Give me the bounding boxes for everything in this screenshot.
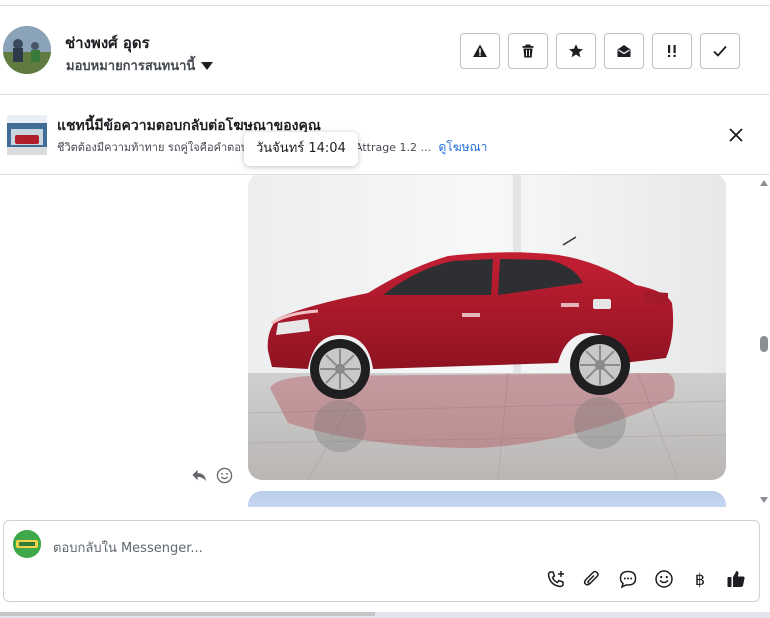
star-icon	[569, 44, 583, 58]
star-button[interactable]	[556, 33, 596, 69]
trash-icon	[522, 44, 534, 58]
mark-done-button[interactable]	[700, 33, 740, 69]
ad-text-tail: Attrage 1.2 ...	[355, 141, 431, 154]
close-icon	[729, 128, 743, 142]
envelope-open-icon	[617, 45, 631, 57]
assign-label: มอบหมายการสนทนานี้	[66, 59, 196, 74]
delete-button[interactable]	[508, 33, 548, 69]
header-actions	[460, 33, 740, 69]
emoji-button[interactable]	[653, 568, 675, 590]
emoji-icon	[655, 570, 673, 588]
call-button[interactable]	[545, 568, 567, 590]
horizontal-scrollbar-thumb[interactable]	[0, 612, 375, 616]
car-photo-image	[248, 175, 726, 480]
ad-thumbnail[interactable]	[7, 115, 47, 155]
check-icon	[713, 45, 727, 57]
report-spam-button[interactable]	[460, 33, 500, 69]
conversation-header: ช่างพงศ์ อุดร มอบหมายการสนทนานี้	[0, 5, 770, 95]
page-avatar	[13, 530, 41, 558]
reply-composer[interactable]: ตอบกลับใน Messenger... ฿	[3, 520, 760, 602]
saved-replies-button[interactable]	[617, 568, 639, 590]
car-photo-attachment[interactable]	[248, 175, 726, 480]
caret-down-icon	[201, 61, 214, 70]
inbox-conversation: ช่างพงศ์ อุดร มอบหมายการสนทนานี้ แชทนี้ม…	[0, 0, 770, 618]
close-banner-button[interactable]	[726, 125, 746, 145]
phone-plus-icon	[547, 571, 564, 588]
thumbs-up-icon	[727, 571, 745, 587]
next-photo-attachment[interactable]	[248, 491, 726, 507]
banner-subtitle-tail: Attrage 1.2 ... ดูโฆษณา	[355, 138, 487, 157]
assign-conversation-dropdown[interactable]: มอบหมายการสนทนานี้	[66, 55, 214, 76]
composer-tools: ฿	[545, 568, 747, 590]
paperclip-icon	[583, 570, 599, 586]
scrollbar-thumb[interactable]	[760, 336, 768, 352]
view-ad-link[interactable]: ดูโฆษณา	[438, 140, 487, 154]
scroll-down-arrow-icon[interactable]	[760, 497, 768, 503]
mark-unread-button[interactable]	[604, 33, 644, 69]
contact-name[interactable]: ช่างพงศ์ อุดร	[65, 31, 150, 55]
ad-text-lead: ชีวิตต้องมีความท้าทาย รถคู่ใจคือคำตอบ	[57, 141, 248, 154]
reply-icon[interactable]	[191, 467, 208, 484]
message-thread[interactable]	[0, 175, 770, 507]
message-action-icons	[191, 467, 233, 484]
timestamp-tooltip: วันจันทร์ 14:04	[244, 132, 358, 166]
attach-button[interactable]	[581, 568, 603, 590]
contact-avatar[interactable]	[3, 26, 51, 74]
payment-button[interactable]: ฿	[689, 568, 711, 590]
baht-icon: ฿	[694, 569, 706, 589]
ad-reply-banner: แชทนี้มีข้อความตอบกลับต่อโฆษณาของคุณ ชีว…	[0, 95, 770, 175]
react-emoji-icon[interactable]	[216, 467, 233, 484]
follow-up-button[interactable]	[652, 33, 692, 69]
chat-bubble-icon	[619, 570, 637, 589]
like-button[interactable]	[725, 568, 747, 590]
reply-input[interactable]: ตอบกลับใน Messenger...	[53, 537, 203, 558]
scroll-up-arrow-icon[interactable]	[760, 180, 768, 186]
warning-icon	[473, 44, 487, 57]
banner-subtitle: ชีวิตต้องมีความท้าทาย รถคู่ใจคือคำตอบ	[57, 138, 248, 156]
double-exclamation-icon	[668, 45, 676, 57]
